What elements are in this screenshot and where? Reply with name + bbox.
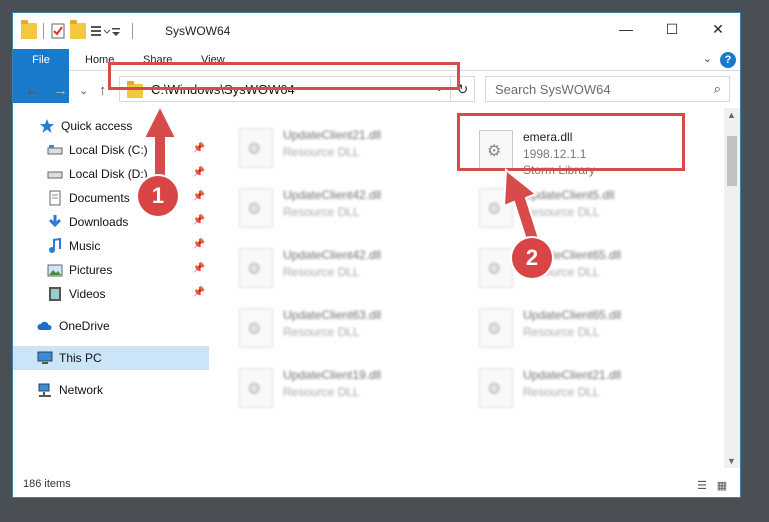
sidebar-item-this-pc[interactable]: This PC <box>13 346 209 370</box>
list-item[interactable]: ⚙ UpdateClient65.dll Resource DLL <box>471 302 701 356</box>
sidebar-item-downloads[interactable]: Downloads 📌 <box>13 210 209 234</box>
file-type: Resource DLL <box>283 265 360 279</box>
help-icon[interactable]: ? <box>720 52 736 68</box>
sidebar-item-label: Downloads <box>69 215 129 229</box>
scroll-up-icon[interactable]: ▲ <box>727 110 736 120</box>
video-icon <box>47 286 63 302</box>
address-highlight-box <box>108 62 460 90</box>
sidebar-item-label: Quick access <box>61 119 133 133</box>
close-button[interactable]: ✕ <box>695 13 741 45</box>
list-item[interactable]: ⚙ UpdateClient63.dll Resource DLL <box>231 302 461 356</box>
file-type: Resource DLL <box>283 205 360 219</box>
file-name: UpdateClient42.dll <box>283 188 382 202</box>
sidebar-item-label: Music <box>69 239 101 253</box>
sidebar-item-videos[interactable]: Videos 📌 <box>13 282 209 306</box>
download-icon <box>47 214 63 230</box>
sidebar-item-onedrive[interactable]: OneDrive <box>13 314 209 338</box>
file-type: Resource DLL <box>283 325 360 339</box>
properties-icon[interactable] <box>50 23 66 39</box>
drive-icon <box>47 142 63 158</box>
sidebar-item-label: Documents <box>69 191 130 205</box>
sidebar-item-label: Local Disk (C:) <box>69 143 148 157</box>
computer-icon <box>37 350 53 366</box>
dll-file-icon: ⚙ <box>239 248 273 288</box>
pin-icon[interactable]: 📌 <box>193 287 205 298</box>
cloud-icon <box>37 318 53 334</box>
dll-file-icon: ⚙ <box>479 308 513 348</box>
pin-icon[interactable]: 📌 <box>193 191 205 202</box>
tiles-view-icon[interactable]: ▦ <box>715 479 729 493</box>
list-item[interactable]: ⚙ UpdateClient42.dll Resource DLL <box>231 182 461 236</box>
scrollbar-thumb[interactable] <box>727 136 737 186</box>
sidebar-item-label: Network <box>59 383 104 397</box>
title-bar: SysWOW64 — ☐ ✕ <box>13 13 740 49</box>
file-name: UpdateClient19.dll <box>283 368 382 382</box>
step-1-badge: 1 <box>138 176 178 216</box>
list-item[interactable]: ⚙ UpdateClient42.dll Resource DLL <box>231 242 461 296</box>
file-type: Resource DLL <box>523 325 600 339</box>
file-name: UpdateClient65.dll <box>523 308 622 322</box>
forward-button[interactable]: → <box>53 82 68 99</box>
list-item[interactable]: ⚙ UpdateClient19.dll Resource DLL <box>231 362 461 416</box>
sidebar-item-pictures[interactable]: Pictures 📌 <box>13 258 209 282</box>
expand-ribbon-icon[interactable]: ⌄ <box>703 52 712 65</box>
dll-file-icon: ⚙ <box>479 368 513 408</box>
up-button[interactable]: ↑ <box>99 82 107 99</box>
dll-file-icon: ⚙ <box>239 188 273 228</box>
sidebar-item-network[interactable]: Network <box>13 378 209 402</box>
new-folder-icon[interactable] <box>70 20 86 39</box>
pictures-icon <box>47 262 63 278</box>
sidebar-item-label: Videos <box>69 287 106 301</box>
pin-icon[interactable]: 📌 <box>193 143 205 154</box>
file-type: Resource DLL <box>523 385 600 399</box>
step-2-badge: 2 <box>512 238 552 278</box>
quick-access-toolbar <box>21 20 135 39</box>
recent-locations-button[interactable]: ⌄ <box>79 84 88 97</box>
folder-icon <box>21 20 37 39</box>
file-name: UpdateClient63.dll <box>283 308 382 322</box>
drive-icon <box>47 166 63 182</box>
pin-icon[interactable]: 📌 <box>193 167 205 178</box>
music-icon <box>47 237 63 254</box>
list-item[interactable]: ⚙ UpdateClient21.dll Resource DLL <box>471 362 701 416</box>
network-icon <box>37 382 53 398</box>
sidebar-item-label: OneDrive <box>59 319 110 333</box>
scroll-down-icon[interactable]: ▼ <box>727 456 736 466</box>
sidebar-item-label: Local Disk (D:) <box>69 167 148 181</box>
sidebar-item-music[interactable]: Music 📌 <box>13 234 209 258</box>
dll-file-icon: ⚙ <box>239 128 273 168</box>
file-name: UpdateClient21.dll <box>283 128 382 142</box>
file-type: Resource DLL <box>283 385 360 399</box>
toolbar-divider <box>43 23 44 39</box>
file-highlight-box <box>457 113 685 171</box>
search-input[interactable]: Search SysWOW64 <box>495 82 611 97</box>
list-item[interactable]: ⚙ UpdateClient21.dll Resource DLL <box>231 122 461 176</box>
sidebar-item-label: Pictures <box>69 263 113 277</box>
dll-file-icon: ⚙ <box>239 368 273 408</box>
search-icon[interactable]: ⌕ <box>714 81 721 97</box>
details-view-icon[interactable]: ☰ <box>695 479 709 493</box>
sidebar-item-label: This PC <box>59 351 102 365</box>
status-bar: 186 items ☰ ▦ <box>13 474 740 498</box>
toolbar-dropdown-icon[interactable] <box>110 23 126 39</box>
item-count: 186 items <box>23 478 71 490</box>
toolbar-divider <box>132 23 133 39</box>
pin-icon[interactable]: 📌 <box>193 239 205 250</box>
pin-icon[interactable]: 📌 <box>193 263 205 274</box>
documents-icon <box>47 190 63 206</box>
back-button[interactable]: ← <box>25 82 40 99</box>
window-title: SysWOW64 <box>165 24 231 38</box>
minimize-button[interactable]: — <box>603 13 649 45</box>
dll-file-icon: ⚙ <box>239 308 273 348</box>
maximize-button[interactable]: ☐ <box>649 13 695 45</box>
file-type: Resource DLL <box>283 145 360 159</box>
pin-icon[interactable]: 📌 <box>193 215 205 226</box>
customize-toolbar-icon[interactable] <box>90 23 111 39</box>
search-box[interactable]: Search SysWOW64 ⌕ <box>485 76 730 102</box>
file-name: UpdateClient21.dll <box>523 368 622 382</box>
file-name: UpdateClient42.dll <box>283 248 382 262</box>
vertical-scrollbar[interactable]: ▲ ▼ <box>724 108 740 468</box>
star-icon <box>39 118 55 134</box>
